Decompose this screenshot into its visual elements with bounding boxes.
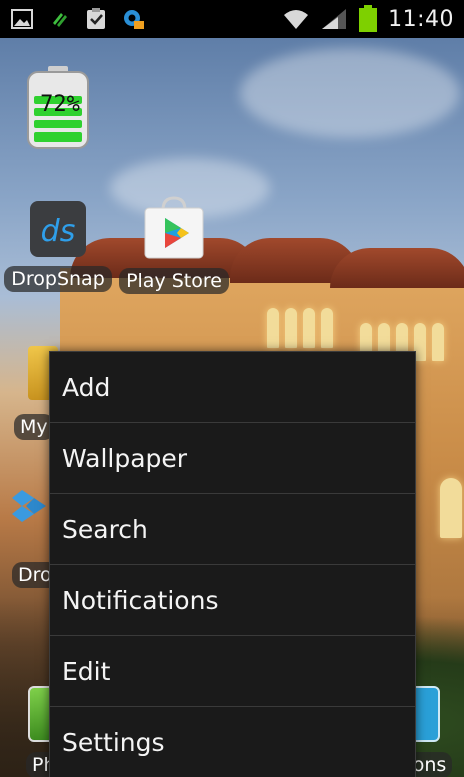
menu-item-notifications[interactable]: Notifications	[50, 565, 415, 636]
menu-item-label: Search	[62, 514, 148, 544]
clock: 11:40	[388, 6, 454, 32]
app-dropsnap[interactable]: ds DropSnap	[4, 200, 112, 292]
status-bar: 11:40	[0, 0, 464, 38]
svg-text:ds: ds	[41, 214, 76, 249]
menu-item-edit[interactable]: Edit	[50, 636, 415, 707]
signal-icon	[322, 9, 347, 29]
dropbox-icon	[12, 490, 46, 522]
options-menu: Add Wallpaper Search Notifications Edit …	[49, 351, 416, 777]
dropsnap-icon: ds	[30, 201, 86, 257]
battery-icon	[359, 5, 378, 32]
menu-item-add[interactable]: Add	[50, 352, 415, 423]
menu-item-label: Settings	[62, 728, 165, 757]
battery-percent: 72%	[40, 92, 80, 117]
sync-arrows-icon	[53, 13, 67, 27]
menu-item-search[interactable]: Search	[50, 494, 415, 565]
menu-item-settings[interactable]: Settings	[50, 707, 415, 777]
gear-mail-icon	[124, 10, 144, 29]
menu-item-wallpaper[interactable]: Wallpaper	[50, 423, 415, 494]
clipboard-check-icon	[87, 8, 105, 29]
play-store-icon	[144, 196, 204, 259]
menu-item-label: Edit	[62, 656, 111, 686]
app-label-play-store: Play Store	[119, 268, 229, 294]
menu-item-label: Add	[62, 372, 111, 402]
picture-icon	[11, 9, 33, 29]
app-dropbox[interactable]: Dro	[12, 488, 58, 588]
wifi-icon	[284, 10, 309, 29]
app-play-store[interactable]: Play Store	[119, 196, 229, 294]
app-label-dropsnap: DropSnap	[4, 266, 112, 292]
menu-item-label: Notifications	[62, 585, 219, 615]
menu-item-label: Wallpaper	[62, 443, 188, 473]
battery-widget[interactable]: 72%	[24, 66, 92, 150]
app-label-my: My	[14, 414, 54, 440]
